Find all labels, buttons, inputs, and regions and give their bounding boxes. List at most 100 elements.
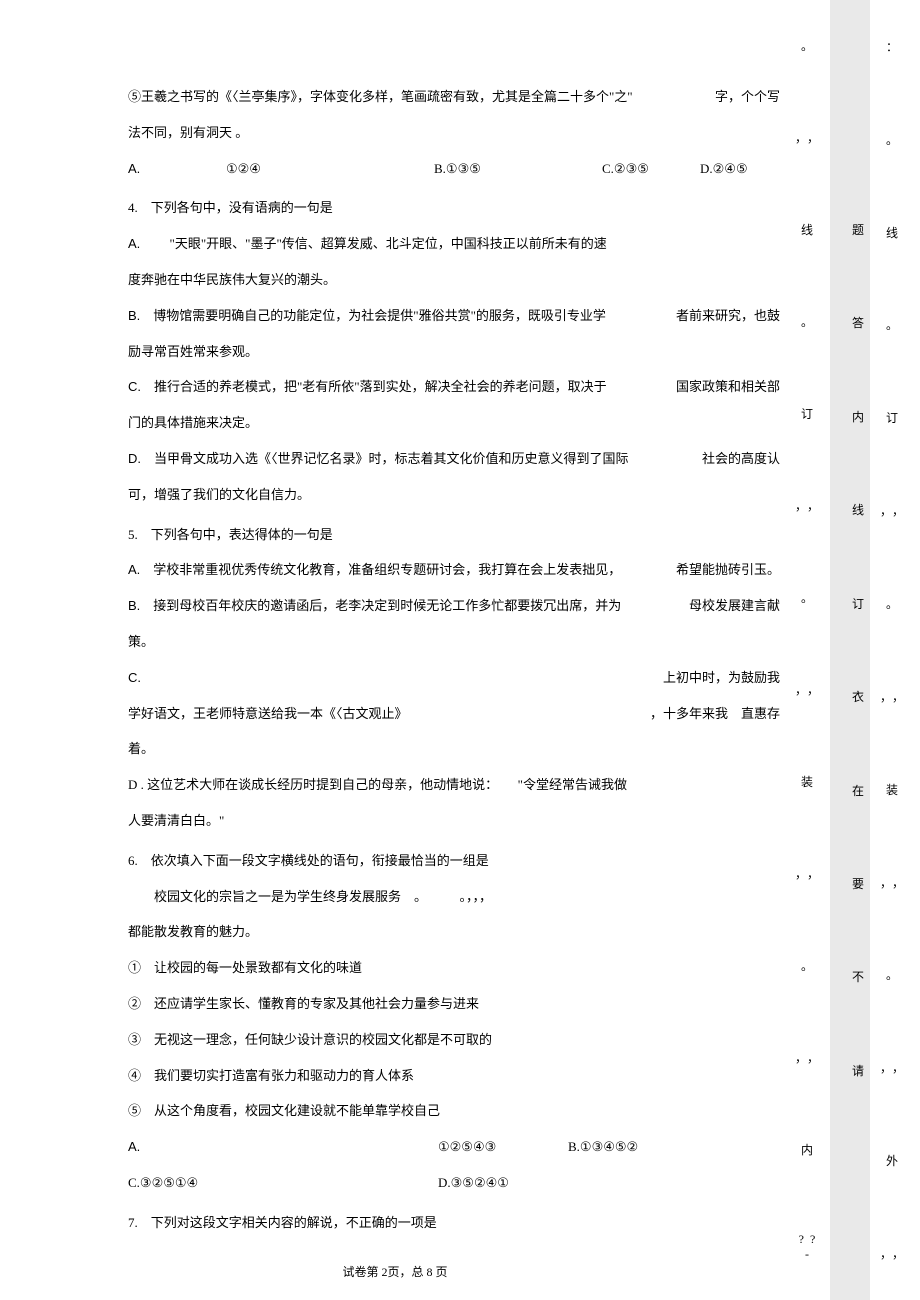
- mark: ，，: [880, 874, 910, 891]
- opt-a-val: ①②⑤④③: [438, 1130, 568, 1164]
- q6-line1: 校园文化的宗旨之一是为学生终身发展服务 。 。，，，: [128, 880, 780, 914]
- trail: 社会的高度认: [702, 442, 780, 476]
- q5-b-cont: 策。: [128, 625, 780, 659]
- q6-o4: ④ 我们要切实打造富有张力和驱动力的育人体系: [128, 1059, 780, 1093]
- q4-b: B. 博物馆需要明确自己的功能定位，为社会提供"雅俗共赏"的服务，既吸引专业学 …: [128, 299, 780, 333]
- blank: [856, 38, 865, 53]
- opt-a-val: ①②④: [226, 152, 426, 186]
- mark: 。: [886, 595, 904, 612]
- q6-line2: 都能散发教育的魅力。: [128, 915, 780, 949]
- q5-a: A. 学校非常重视优秀传统文化教育，准备组织专题研讨会，我打算在会上发表拙见， …: [128, 553, 780, 587]
- char: 内: [852, 408, 870, 425]
- text: "天眼"开眼、"墨子"传信、超算发威、北斗定位，中国科技正以前所未有的速: [144, 236, 607, 251]
- text: ⑤王羲之书写的《〈兰亭集序》，字体变化多样，笔画疏密有致，尤其是全篇二十多个"之…: [128, 80, 633, 114]
- body: 推行合适的养老模式，把"老有所依"落到实处，解决全社会的养老问题，取决于: [141, 379, 607, 394]
- q4-a-cont: 度奔驰在中华民族伟大复兴的潮头。: [128, 263, 780, 297]
- text: A. 学校非常重视优秀传统文化教育，准备组织专题研讨会，我打算在会上发表拙见，: [128, 553, 621, 587]
- mark: 。: [801, 589, 819, 606]
- body: 接到母校百年校庆的邀请函后，老李决定到时候无论工作多忙都要拨冗出席，并为: [140, 598, 621, 613]
- text: B. 接到母校百年校庆的邀请函后，老李决定到时候无论工作多忙都要拨冗出席，并为: [128, 589, 621, 623]
- q3-options: A. ①②④ B.①③⑤ C.②③⑤ D.②④⑤: [128, 152, 780, 186]
- q7-stem: 7. 下列对这段文字相关内容的解说，不正确的一项是: [128, 1206, 780, 1240]
- mark: ，，: [880, 1245, 910, 1262]
- q6-ans-row2: C.③②⑤①④ D.③⑤②④①: [128, 1166, 780, 1200]
- opt-label: A.: [128, 562, 140, 577]
- q5-d: D . 这位艺术大师在谈成长经历时提到自己的母亲，他动情地说： "令堂经常告诫我…: [128, 768, 780, 802]
- q5-c-l1: C. 上初中时，为鼓励我: [128, 661, 780, 695]
- char: 不: [852, 968, 870, 985]
- opt-c: C.③②⑤①④: [128, 1166, 438, 1200]
- q5-c-l3: 着。: [128, 732, 780, 766]
- intro-line5: ⑤王羲之书写的《〈兰亭集序》，字体变化多样，笔画疏密有致，尤其是全篇二十多个"之…: [128, 80, 780, 114]
- trail: 者前来研究，也鼓: [676, 299, 780, 333]
- q6-ans-row1: A. ①②⑤④③ B.①③④⑤②: [128, 1130, 780, 1164]
- q6-o3: ③ 无视这一理念，任何缺少设计意识的校园文化都是不可取的: [128, 1023, 780, 1057]
- mark: 。: [886, 966, 904, 983]
- mark: 。: [886, 131, 904, 148]
- sidebar-spacer-col: 。 ，， 线 。 订 ，， 。 ，， 装 ，， 。 ，， 内 ??-: [795, 0, 825, 1300]
- mark: ，，: [795, 1049, 825, 1066]
- trail: 国家政策和相关部: [676, 370, 780, 404]
- mark: 。: [801, 957, 819, 974]
- mark: 线: [801, 221, 819, 238]
- mark: 。: [886, 316, 904, 333]
- q6-o1: ① 让校园的每一处景致都有文化的味道: [128, 951, 780, 985]
- opt-label: B.: [128, 598, 140, 613]
- char: 题: [852, 221, 870, 238]
- opt-a-label: A.: [128, 1130, 438, 1164]
- q6-o5: ⑤ 从这个角度看，校园文化建设就不能单靠学校自己: [128, 1094, 780, 1128]
- q4-d: D. 当甲骨文成功入选《〈世界记忆名录》时，标志着其文化价值和历史意义得到了国际…: [128, 442, 780, 476]
- opt-d: D.③⑤②④①: [438, 1166, 509, 1200]
- mark: ，，: [795, 865, 825, 882]
- mark: ，，: [880, 502, 910, 519]
- char: 衣: [852, 688, 870, 705]
- mark: ，，: [880, 1059, 910, 1076]
- blank: [856, 130, 865, 145]
- mark: 线: [886, 224, 904, 241]
- sidebar-inner: 题 答 内 线 订 衣 在 要 不 请: [830, 0, 870, 1300]
- q4-a: A. "天眼"开眼、"墨子"传信、超算发威、北斗定位，中国科技正以前所未有的速: [128, 227, 780, 261]
- q6-stem: 6. 依次填入下面一段文字横线处的语句，衔接最恰当的一组是: [128, 844, 780, 878]
- mark: ，，: [795, 497, 825, 514]
- char: 要: [852, 875, 870, 892]
- trail: 希望能抛砖引玉。: [676, 553, 780, 587]
- q5-b: B. 接到母校百年校庆的邀请函后，老李决定到时候无论工作多忙都要拨冗出席，并为 …: [128, 589, 780, 623]
- opt-label: C.: [128, 661, 141, 695]
- opt-label: D.: [128, 451, 141, 466]
- text: D. 当甲骨文成功入选《〈世界记忆名录》时，标志着其文化价值和历史意义得到了国际: [128, 442, 629, 476]
- opt-c: C.②③⑤: [602, 152, 692, 186]
- body: 博物馆需要明确自己的功能定位，为社会提供"雅俗共赏"的服务，既吸引专业学: [140, 308, 606, 323]
- q4-c-cont: 门的具体措施来决定。: [128, 406, 780, 440]
- trail: 母校发展建言献: [689, 589, 780, 623]
- mark: 外: [886, 1152, 904, 1169]
- text-a: 学好语文，王老师特意送给我一本《〈古文观止》: [128, 697, 408, 731]
- opt-d: D.②④⑤: [700, 152, 780, 186]
- mark: ，，: [880, 688, 910, 705]
- char: 线: [852, 501, 870, 518]
- q5-c-l2: 学好语文，王老师特意送给我一本《〈古文观止》 ，十多年来我 直惠存: [128, 697, 780, 731]
- char: 订: [852, 595, 870, 612]
- mark: ，，: [795, 129, 825, 146]
- q5-d-cont: 人要清清白白。": [128, 804, 780, 838]
- intro-line5-cont: 法不同，别有洞天 。: [128, 116, 780, 150]
- mark: 。: [801, 37, 819, 54]
- trail: 上初中时，为鼓励我: [663, 661, 780, 695]
- char: 在: [852, 782, 870, 799]
- q4-b-cont: 励寻常百姓常来参观。: [128, 335, 780, 369]
- mark: 。: [801, 313, 819, 330]
- mark: 装: [886, 781, 904, 798]
- q4-c: C. 推行合适的养老模式，把"老有所依"落到实处，解决全社会的养老问题，取决于 …: [128, 370, 780, 404]
- char: 答: [852, 314, 870, 331]
- q6-o2: ② 还应请学生家长、懂教育的专家及其他社会力量参与进来: [128, 987, 780, 1021]
- sidebar-outer-col: ： 。 线 。 订 ，， 。 ，， 装 ，， 。 ，， 外 ，，: [880, 0, 910, 1300]
- mark: 订: [886, 409, 904, 426]
- body: 学校非常重视优秀传统文化教育，准备组织专题研讨会，我打算在会上发表拙见，: [140, 562, 621, 577]
- opt-label: B.: [128, 308, 140, 323]
- opt-label: A.: [128, 236, 140, 251]
- sidebar-outer: ： 。 线 。 订 ，， 。 ，， 装 ，， 。 ，， 外 ，，: [870, 0, 910, 1300]
- page-footer: 试卷第 2页，总 8 页: [0, 1263, 790, 1280]
- body: 当甲骨文成功入选《〈世界记忆名录》时，标志着其文化价值和历史意义得到了国际: [141, 451, 629, 466]
- blank: [856, 1155, 865, 1170]
- q5-stem: 5. 下列各句中，表达得体的一句是: [128, 518, 780, 552]
- mark: ??-: [795, 1232, 825, 1262]
